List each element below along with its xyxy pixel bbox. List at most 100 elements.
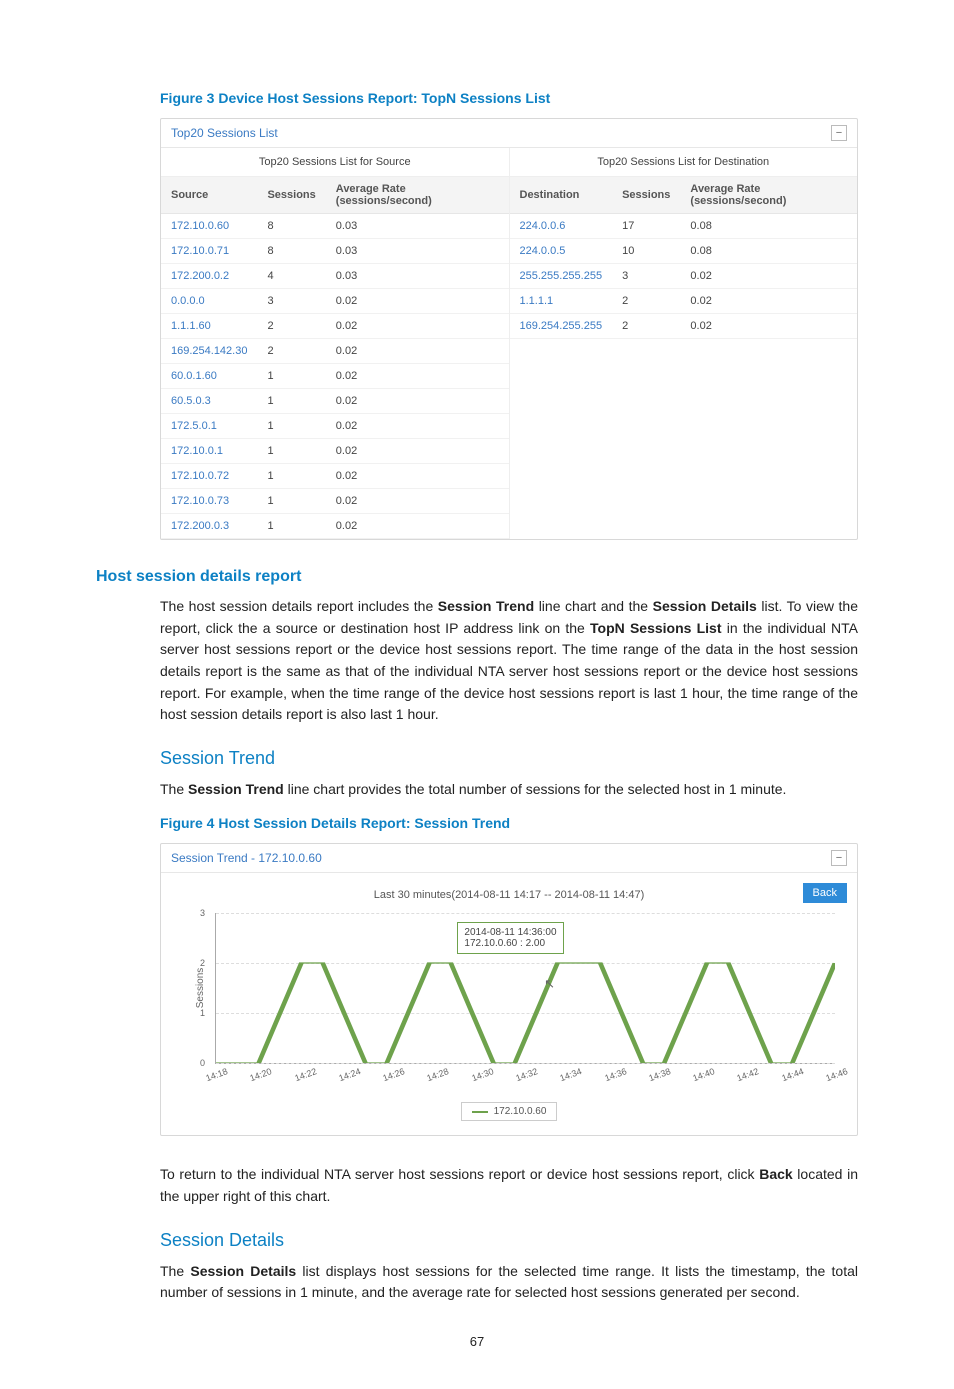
session-trend-chart[interactable]: Sessions 0123 2014-08-11 14:36:00 172.10… [215, 913, 835, 1064]
cell-rate: 0.08 [680, 214, 857, 239]
session-trend-panel: Session Trend - 172.10.0.60 − Last 30 mi… [160, 843, 858, 1137]
x-tick: 14:28 [426, 1066, 451, 1083]
source-table-title: Top20 Sessions List for Source [161, 148, 509, 177]
table-row: 172.200.0.240.03 [161, 264, 509, 289]
cell-rate: 0.02 [326, 514, 509, 539]
chart-range-label: Last 30 minutes(2014-08-11 14:17 -- 2014… [374, 889, 645, 901]
legend-item[interactable]: 172.10.0.60 [461, 1102, 558, 1121]
cell-sessions: 2 [612, 314, 680, 339]
x-tick: 14:22 [293, 1066, 318, 1083]
dest-table: Destination Sessions Average Rate (sessi… [510, 177, 858, 339]
cursor-icon: ↖ [544, 976, 555, 992]
heading-session-trend: Session Trend [160, 748, 858, 769]
th-rate: Average Rate (sessions/second) [326, 177, 509, 214]
source-ip-link[interactable]: 172.5.0.1 [161, 414, 257, 439]
cell-rate: 0.02 [326, 439, 509, 464]
cell-sessions: 1 [257, 514, 325, 539]
cell-rate: 0.02 [326, 364, 509, 389]
cell-rate: 0.02 [680, 264, 857, 289]
x-tick: 14:20 [249, 1066, 274, 1083]
source-ip-link[interactable]: 0.0.0.0 [161, 289, 257, 314]
source-ip-link[interactable]: 172.200.0.2 [161, 264, 257, 289]
th-source: Source [161, 177, 257, 214]
x-tick: 14:44 [780, 1066, 805, 1083]
source-ip-link[interactable]: 1.1.1.60 [161, 314, 257, 339]
back-button[interactable]: Back [803, 883, 847, 903]
cell-sessions: 1 [257, 389, 325, 414]
figure3-caption: Figure 3 Device Host Sessions Report: To… [160, 90, 858, 106]
dest-ip-link[interactable]: 224.0.0.5 [510, 239, 613, 264]
source-ip-link[interactable]: 172.10.0.60 [161, 214, 257, 239]
cell-sessions: 8 [257, 214, 325, 239]
para-back-note: To return to the individual NTA server h… [160, 1164, 858, 1207]
para-session-details: The Session Details list displays host s… [160, 1261, 858, 1304]
source-ip-link[interactable]: 169.254.142.30 [161, 339, 257, 364]
table-row: 172.5.0.110.02 [161, 414, 509, 439]
table-row: 0.0.0.030.02 [161, 289, 509, 314]
source-ip-link[interactable]: 60.0.1.60 [161, 364, 257, 389]
cell-sessions: 3 [257, 289, 325, 314]
x-tick: 14:34 [559, 1066, 584, 1083]
source-ip-link[interactable]: 172.10.0.72 [161, 464, 257, 489]
cell-sessions: 1 [257, 489, 325, 514]
source-ip-link[interactable]: 172.200.0.3 [161, 514, 257, 539]
x-tick: 14:46 [824, 1066, 849, 1083]
dest-ip-link[interactable]: 1.1.1.1 [510, 289, 613, 314]
cell-rate: 0.02 [326, 339, 509, 364]
table-row: 172.10.0.110.02 [161, 439, 509, 464]
th-rate: Average Rate (sessions/second) [680, 177, 857, 214]
y-axis-label: Sessions [195, 968, 206, 1009]
table-row: 224.0.0.5100.08 [510, 239, 858, 264]
y-tick: 2 [200, 958, 205, 968]
heading-session-details: Session Details [160, 1230, 858, 1251]
cell-sessions: 2 [257, 314, 325, 339]
para-host-session-details: The host session details report includes… [160, 596, 858, 726]
y-tick: 0 [200, 1058, 205, 1068]
y-tick: 3 [200, 908, 205, 918]
table-row: 172.10.0.7210.02 [161, 464, 509, 489]
table-row: 60.0.1.6010.02 [161, 364, 509, 389]
cell-rate: 0.08 [680, 239, 857, 264]
source-ip-link[interactable]: 60.5.0.3 [161, 389, 257, 414]
cell-sessions: 1 [257, 439, 325, 464]
table-row: 172.10.0.6080.03 [161, 214, 509, 239]
dest-ip-link[interactable]: 255.255.255.255 [510, 264, 613, 289]
th-sessions: Sessions [612, 177, 680, 214]
cell-rate: 0.03 [326, 239, 509, 264]
collapse-icon[interactable]: − [831, 125, 847, 141]
cell-rate: 0.02 [326, 464, 509, 489]
chart-tooltip: 2014-08-11 14:36:00 172.10.0.60 : 2.00 [457, 922, 563, 954]
para-session-trend: The Session Trend line chart provides th… [160, 779, 858, 801]
table-row: 255.255.255.25530.02 [510, 264, 858, 289]
cell-rate: 0.02 [326, 289, 509, 314]
th-destination: Destination [510, 177, 613, 214]
top20-panel-title: Top20 Sessions List [171, 126, 278, 140]
cell-rate: 0.02 [326, 314, 509, 339]
table-row: 172.10.0.7180.03 [161, 239, 509, 264]
table-row: 169.254.142.3020.02 [161, 339, 509, 364]
source-ip-link[interactable]: 172.10.0.1 [161, 439, 257, 464]
cell-sessions: 1 [257, 464, 325, 489]
dest-ip-link[interactable]: 224.0.0.6 [510, 214, 613, 239]
dest-table-title: Top20 Sessions List for Destination [510, 148, 858, 177]
cell-rate: 0.02 [326, 414, 509, 439]
legend-label: 172.10.0.60 [494, 1106, 547, 1117]
cell-sessions: 1 [257, 364, 325, 389]
cell-rate: 0.03 [326, 214, 509, 239]
dest-ip-link[interactable]: 169.254.255.255 [510, 314, 613, 339]
table-row: 224.0.0.6170.08 [510, 214, 858, 239]
cell-rate: 0.02 [326, 489, 509, 514]
table-row: 60.5.0.310.02 [161, 389, 509, 414]
table-row: 169.254.255.25520.02 [510, 314, 858, 339]
x-tick: 14:36 [603, 1066, 628, 1083]
x-tick: 14:26 [382, 1066, 407, 1083]
cell-rate: 0.03 [326, 264, 509, 289]
x-tick: 14:30 [470, 1066, 495, 1083]
source-ip-link[interactable]: 172.10.0.73 [161, 489, 257, 514]
table-row: 1.1.1.6020.02 [161, 314, 509, 339]
cell-sessions: 10 [612, 239, 680, 264]
collapse-icon[interactable]: − [831, 850, 847, 866]
x-tick: 14:40 [692, 1066, 717, 1083]
source-ip-link[interactable]: 172.10.0.71 [161, 239, 257, 264]
cell-rate: 0.02 [680, 289, 857, 314]
